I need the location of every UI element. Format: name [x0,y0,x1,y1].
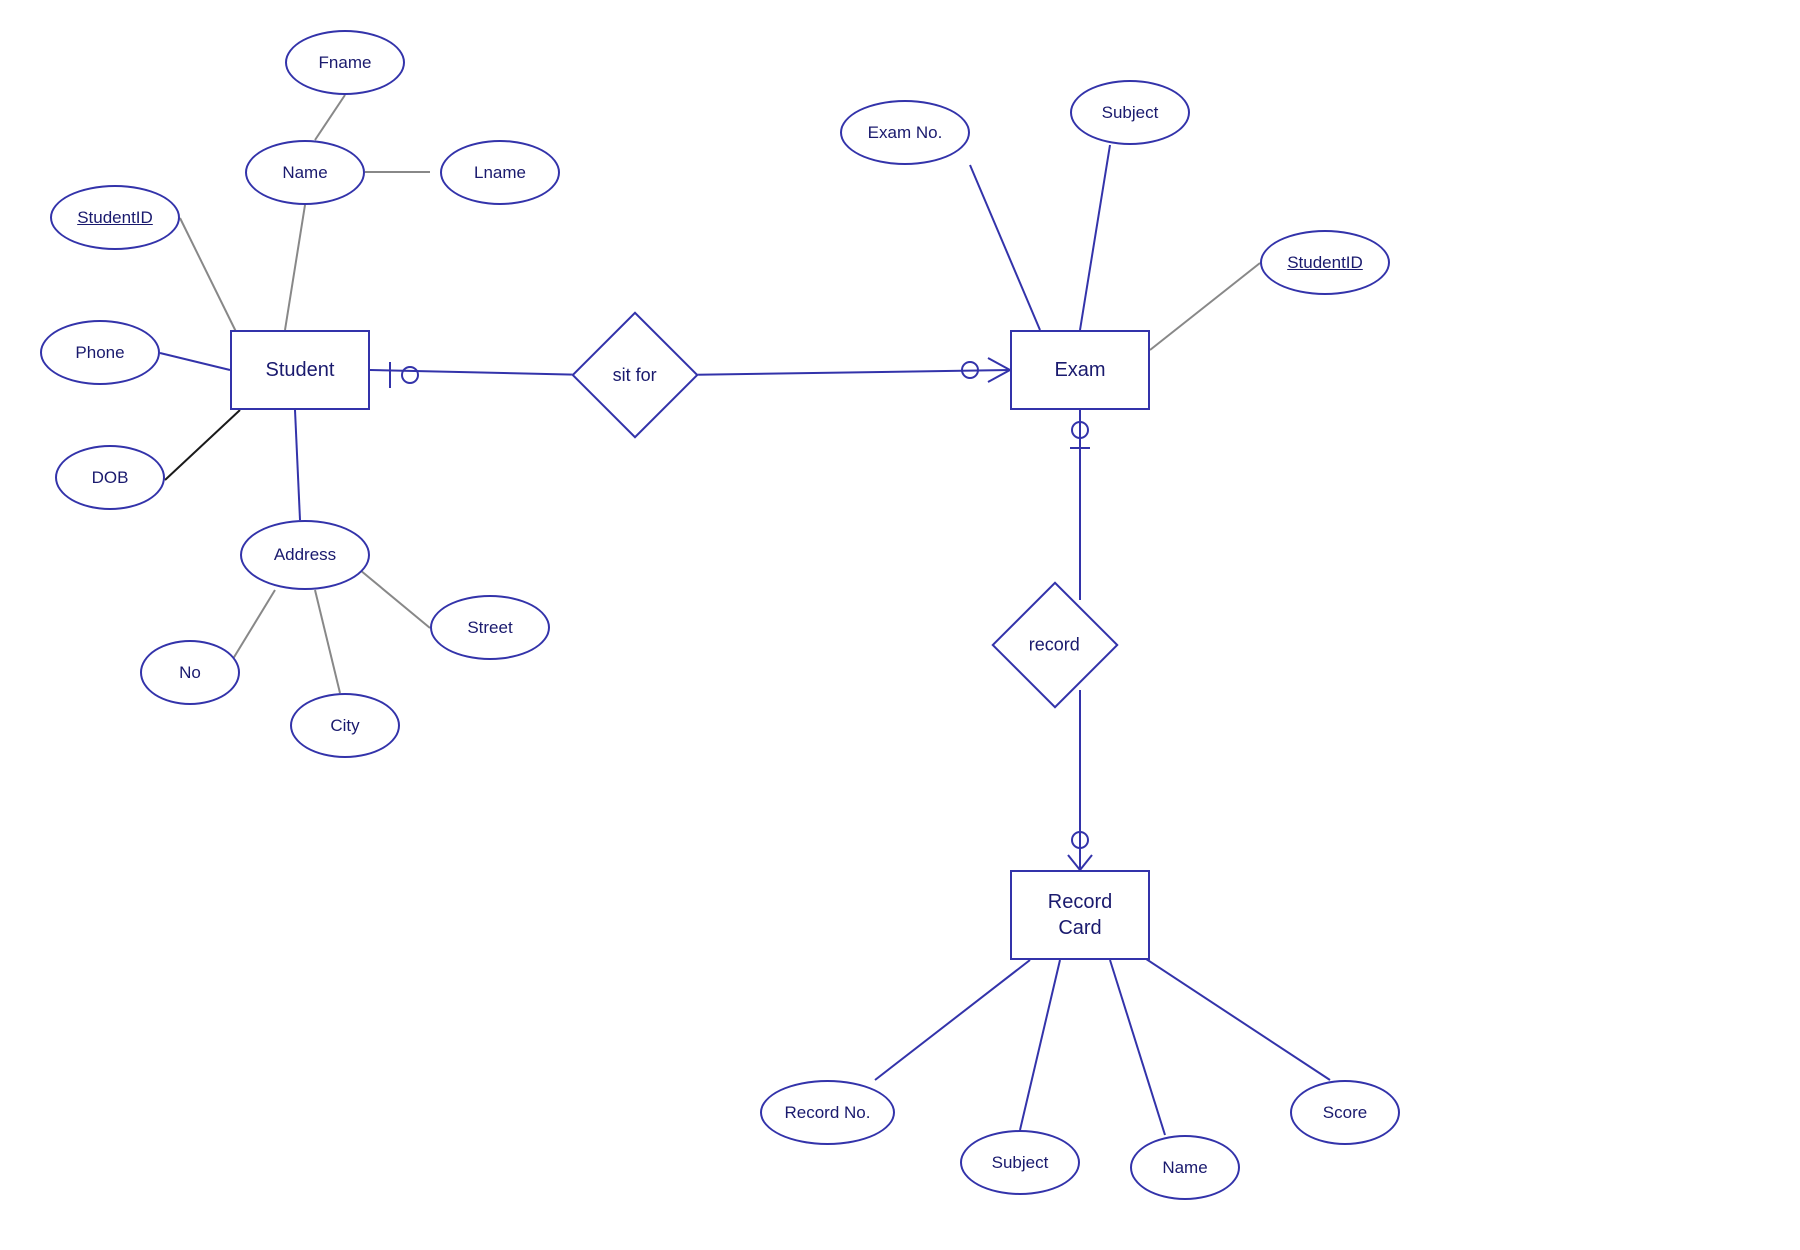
attribute-studentid: StudentID [50,185,180,250]
attribute-score: Score [1290,1080,1400,1145]
attribute-lname: Lname [440,140,560,205]
entity-recordcard: RecordCard [1010,870,1150,960]
attribute-subject-exam: Subject [1070,80,1190,145]
attribute-examno: Exam No. [840,100,970,165]
attribute-street: Street [430,595,550,660]
relationship-record: record [991,581,1118,708]
attribute-name: Name [245,140,365,205]
attribute-subject-rc: Subject [960,1130,1080,1195]
attribute-city: City [290,693,400,758]
attribute-studentid2: StudentID [1260,230,1390,295]
attribute-name-rc: Name [1130,1135,1240,1200]
relationship-sitfor: sit for [571,311,698,438]
er-diagram: Student Exam RecordCard sit for record F… [0,0,1800,1250]
attribute-address: Address [240,520,370,590]
attribute-no: No [140,640,240,705]
entity-student: Student [230,330,370,410]
attribute-phone: Phone [40,320,160,385]
attribute-dob: DOB [55,445,165,510]
entity-exam: Exam [1010,330,1150,410]
attribute-fname: Fname [285,30,405,95]
attribute-recordno: Record No. [760,1080,895,1145]
